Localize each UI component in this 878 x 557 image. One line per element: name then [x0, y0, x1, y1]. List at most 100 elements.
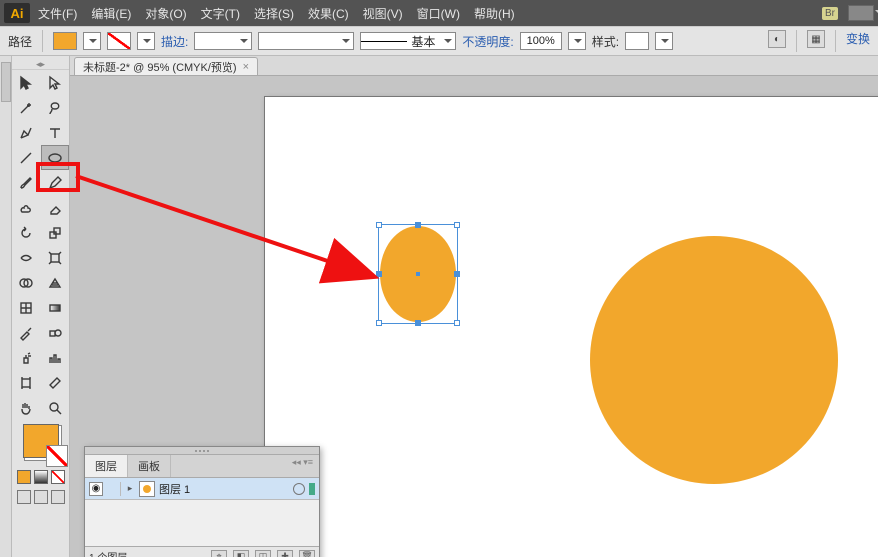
- fill-color-swatch[interactable]: [53, 32, 77, 50]
- anchor-bottom[interactable]: [416, 320, 421, 325]
- menu-view[interactable]: 视图(V): [363, 5, 403, 22]
- blend-tool[interactable]: [41, 320, 70, 345]
- menu-edit[interactable]: 编辑(E): [91, 5, 131, 22]
- scale-tool[interactable]: [41, 220, 70, 245]
- free-transform-tool[interactable]: [41, 245, 70, 270]
- brush-definition-dropdown[interactable]: 基本: [360, 32, 456, 50]
- width-tool[interactable]: [12, 245, 41, 270]
- stroke-color-dropdown[interactable]: [137, 32, 155, 50]
- lasso-tool[interactable]: [41, 95, 70, 120]
- fill-swatch-large[interactable]: [23, 424, 59, 458]
- menu-object[interactable]: 对象(O): [145, 5, 186, 22]
- pencil-tool[interactable]: [41, 170, 70, 195]
- resize-handle-bottom-left[interactable]: [376, 320, 382, 326]
- anchor-right[interactable]: [454, 272, 459, 277]
- type-tool[interactable]: [41, 120, 70, 145]
- make-clipping-mask-button[interactable]: ◧: [233, 550, 249, 557]
- anchor-top[interactable]: [416, 223, 421, 228]
- close-tab-icon[interactable]: ×: [243, 61, 249, 73]
- center-point[interactable]: [416, 272, 420, 276]
- panel-menu-button[interactable]: ◂◂ ▾≡: [286, 455, 319, 477]
- tools-collapse-toggle[interactable]: ◂▸: [12, 60, 69, 70]
- panel-drag-grip[interactable]: [85, 447, 319, 455]
- eyedropper-tool[interactable]: [12, 320, 41, 345]
- eraser-tool[interactable]: [41, 195, 70, 220]
- shape-builder-tool[interactable]: [12, 270, 41, 295]
- tab-artboards[interactable]: 画板: [128, 455, 171, 477]
- tab-layers[interactable]: 图层: [85, 455, 128, 477]
- magic-wand-tool[interactable]: [12, 95, 41, 120]
- stroke-color-swatch[interactable]: [107, 32, 131, 50]
- graphic-style-dropdown[interactable]: [655, 32, 673, 50]
- menu-help[interactable]: 帮助(H): [474, 5, 515, 22]
- layer-name[interactable]: 图层 1: [159, 481, 289, 497]
- gradient-tool[interactable]: [41, 295, 70, 320]
- anchor-left[interactable]: [377, 272, 382, 277]
- stroke-label-link[interactable]: 描边:: [161, 33, 188, 50]
- stroke-weight-input[interactable]: [194, 32, 252, 50]
- cursor-icon: [18, 75, 34, 91]
- align-button[interactable]: ▦: [807, 30, 825, 48]
- menu-window[interactable]: 窗口(W): [417, 5, 460, 22]
- new-layer-button[interactable]: ✚: [277, 550, 293, 557]
- arrange-documents-button[interactable]: [848, 5, 874, 21]
- selection-tool[interactable]: [12, 70, 41, 95]
- color-mode-button[interactable]: [17, 470, 31, 484]
- gradient-mode-button[interactable]: [34, 470, 48, 484]
- resize-handle-top-left[interactable]: [376, 222, 382, 228]
- selection-indicator[interactable]: [309, 483, 315, 495]
- direct-selection-tool[interactable]: [41, 70, 70, 95]
- pen-tool[interactable]: [12, 120, 41, 145]
- visibility-toggle-icon[interactable]: ◉: [89, 482, 103, 496]
- lock-toggle[interactable]: [107, 482, 121, 496]
- large-circle-object[interactable]: [590, 236, 838, 484]
- ellipse-tool[interactable]: [41, 145, 70, 170]
- width-icon: [18, 250, 34, 266]
- resize-handle-bottom-right[interactable]: [454, 320, 460, 326]
- paintbrush-tool[interactable]: [12, 170, 41, 195]
- canvas-area[interactable]: 图层 画板 ◂◂ ▾≡ ◉ ▸ 图层 1 1 个图层 ⌖: [70, 76, 878, 557]
- opacity-label-link[interactable]: 不透明度:: [462, 33, 513, 50]
- menu-file[interactable]: 文件(F): [38, 5, 77, 22]
- column-graph-tool[interactable]: [41, 345, 70, 370]
- selected-ellipse-object[interactable]: [380, 226, 456, 322]
- collapsed-panel-tab[interactable]: [1, 62, 11, 102]
- variable-width-profile-dropdown[interactable]: [258, 32, 354, 50]
- new-sublayer-button[interactable]: ◫: [255, 550, 271, 557]
- menu-select[interactable]: 选择(S): [254, 5, 294, 22]
- none-mode-button[interactable]: [51, 470, 65, 484]
- draw-inside-button[interactable]: [51, 490, 65, 504]
- fill-color-dropdown[interactable]: [83, 32, 101, 50]
- graphic-style-swatch[interactable]: [625, 32, 649, 50]
- locate-object-button[interactable]: ⌖: [211, 550, 227, 557]
- hand-tool[interactable]: [12, 395, 41, 420]
- mesh-tool[interactable]: [12, 295, 41, 320]
- perspective-grid-tool[interactable]: [41, 270, 70, 295]
- symbol-sprayer-tool[interactable]: [12, 345, 41, 370]
- transform-link[interactable]: 变换: [846, 30, 870, 52]
- layers-panel[interactable]: 图层 画板 ◂◂ ▾≡ ◉ ▸ 图层 1 1 个图层 ⌖: [84, 446, 320, 557]
- slice-tool[interactable]: [41, 370, 70, 395]
- rotate-tool[interactable]: [12, 220, 41, 245]
- target-icon[interactable]: [293, 483, 305, 495]
- blend-icon: [47, 325, 63, 341]
- draw-behind-button[interactable]: [34, 490, 48, 504]
- disclosure-triangle-icon[interactable]: ▸: [125, 483, 135, 494]
- zoom-tool[interactable]: [41, 395, 70, 420]
- recolor-artwork-button[interactable]: ◐: [768, 30, 786, 48]
- resize-handle-top-right[interactable]: [454, 222, 460, 228]
- opacity-input[interactable]: 100%: [520, 32, 562, 50]
- eyedropper-icon: [18, 325, 34, 341]
- line-segment-tool[interactable]: [12, 145, 41, 170]
- menu-type[interactable]: 文字(T): [201, 5, 240, 22]
- blob-brush-tool[interactable]: [12, 195, 41, 220]
- bridge-button[interactable]: Br: [822, 7, 838, 20]
- artboard-tool[interactable]: [12, 370, 41, 395]
- menu-effect[interactable]: 效果(C): [308, 5, 349, 22]
- draw-normal-button[interactable]: [17, 490, 31, 504]
- opacity-dropdown[interactable]: [568, 32, 586, 50]
- delete-layer-button[interactable]: 🗑: [299, 550, 315, 557]
- layer-row[interactable]: ◉ ▸ 图层 1: [85, 478, 319, 500]
- stroke-swatch-large[interactable]: [46, 445, 68, 467]
- document-tab[interactable]: 未标题-2* @ 95% (CMYK/预览) ×: [74, 57, 258, 75]
